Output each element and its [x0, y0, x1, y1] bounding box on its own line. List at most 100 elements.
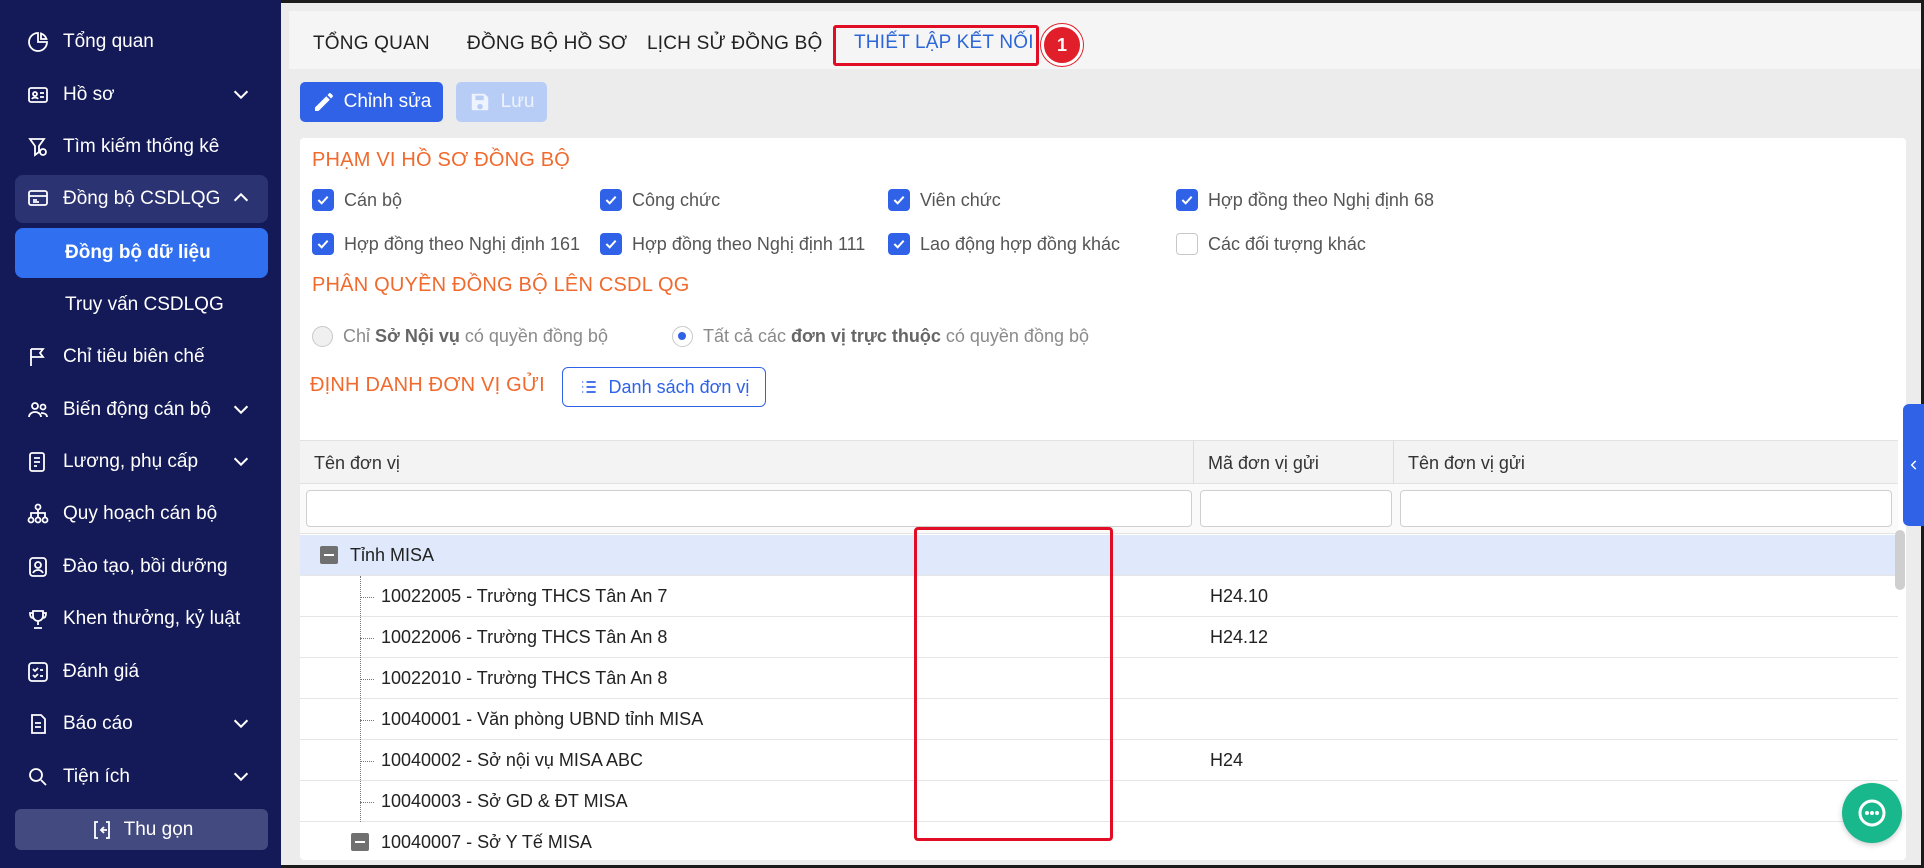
tab-sync-history[interactable]: LỊCH SỬ ĐỒNG BỘ — [647, 33, 822, 55]
collapse-label: Thu gọn — [123, 818, 194, 840]
unit-name-cell: 10040003 - Sở GD & ĐT MISA — [381, 791, 628, 811]
org-chart-icon — [25, 501, 51, 527]
sidebar-item-profile[interactable]: Hồ sơ — [15, 71, 268, 119]
people-icon — [25, 397, 51, 423]
sidebar-item-label: Tìm kiếm thống kê — [63, 136, 220, 157]
filter-input-sender-name[interactable] — [1400, 490, 1892, 527]
sidebar-item-rewards[interactable]: Khen thưởng, kỷ luật — [15, 595, 268, 643]
checkbox-checked-icon — [600, 189, 622, 211]
sidebar-item-label: Đánh giá — [63, 661, 140, 682]
scope-checkbox[interactable]: Hợp đồng theo Nghị định 161 — [312, 233, 580, 255]
checkbox-checked-icon — [600, 233, 622, 255]
sidebar-item-search-stats[interactable]: Tìm kiếm thống kê — [15, 123, 268, 171]
sidebar-item-sync-csdlqg[interactable]: Đồng bộ CSDLQG — [15, 175, 268, 223]
sidebar-item-overview[interactable]: Tổng quan — [15, 18, 268, 66]
pencil-icon — [314, 93, 333, 111]
sidebar-item-staff-quota[interactable]: Chỉ tiêu biên chế — [15, 333, 268, 381]
sidebar-item-label: Biến động cán bộ — [63, 399, 211, 420]
filter-input-unit-name[interactable] — [306, 490, 1192, 527]
step-badge: 1 — [1041, 24, 1083, 66]
checkbox-label: Công chức — [632, 189, 721, 210]
chat-icon — [1858, 799, 1886, 827]
sidebar-subitem-label: Truy vấn CSDLQG — [65, 294, 224, 315]
sidebar-subitem-data-sync[interactable]: Đồng bộ dữ liệu — [15, 228, 268, 278]
search-filter-icon — [25, 134, 51, 160]
sidebar-item-staff-changes[interactable]: Biến động cán bộ — [15, 386, 268, 434]
collapse-node-icon[interactable] — [320, 546, 338, 564]
tab-overview[interactable]: TỔNG QUAN — [313, 33, 430, 55]
checkbox-label: Viên chức — [920, 189, 1001, 210]
scope-checkbox[interactable]: Hợp đồng theo Nghị định 68 — [1176, 189, 1434, 211]
checkbox-label: Cán bộ — [344, 189, 403, 210]
sidebar: Tổng quan Hồ sơ Tìm kiếm thống kê Đồng b… — [0, 0, 281, 868]
unit-name-cell: Tỉnh MISA — [350, 545, 435, 565]
chevron-down-icon — [230, 765, 254, 789]
side-panel-toggle[interactable] — [1903, 404, 1924, 526]
column-header-sender-name[interactable]: Tên đơn vị gửi — [1408, 453, 1525, 474]
edit-button[interactable]: Chỉnh sửa — [300, 82, 443, 122]
sidebar-item-label: Lương, phụ cấp — [63, 451, 199, 472]
sidebar-item-label: Đồng bộ CSDLQG — [63, 188, 221, 209]
column-divider — [1393, 441, 1394, 485]
permission-radio-all-units[interactable]: Tất cả các đơn vị trực thuộc có quyền đồ… — [672, 326, 1089, 347]
unit-list-button[interactable]: Danh sách đơn vị — [562, 367, 766, 407]
checkbox-unchecked-icon — [1176, 233, 1198, 255]
chevron-down-icon — [230, 83, 254, 107]
scope-checkbox[interactable]: Cán bộ — [312, 189, 402, 211]
sidebar-item-label: Chỉ tiêu biên chế — [63, 346, 205, 367]
sidebar-item-evaluation[interactable]: Đánh giá — [15, 648, 268, 696]
pie-chart-icon — [25, 29, 51, 55]
tree-connector — [360, 679, 374, 680]
sender-section-title: ĐỊNH DANH ĐƠN VỊ GỬI — [310, 374, 545, 396]
chevron-down-icon — [230, 712, 254, 736]
report-icon — [25, 711, 51, 737]
collapse-node-icon[interactable] — [351, 833, 369, 851]
scope-checkbox[interactable]: Viên chức — [888, 189, 1001, 211]
scope-checkbox[interactable]: Các đối tượng khác — [1176, 233, 1366, 255]
tree-connector — [360, 720, 374, 721]
chevron-down-icon — [230, 398, 254, 422]
scope-checkbox[interactable]: Lao động hợp đồng khác — [888, 233, 1120, 255]
save-button[interactable]: Lưu — [456, 82, 547, 122]
sidebar-item-label: Quy hoạch cán bộ — [63, 503, 218, 524]
tree-connector — [360, 638, 374, 639]
tab-profile-sync[interactable]: ĐỒNG BỘ HỒ SƠ — [467, 33, 627, 55]
sidebar-item-label: Báo cáo — [63, 713, 133, 734]
sidebar-item-utilities[interactable]: Tiện ích — [15, 753, 268, 801]
radio-label-post: có quyền đồng bộ — [945, 326, 1089, 346]
chat-support-button[interactable] — [1842, 783, 1902, 843]
tree-connector — [360, 576, 361, 822]
sidebar-subitem-label: Đồng bộ dữ liệu — [65, 242, 211, 263]
scope-section-title: PHẠM VI HỒ SƠ ĐỒNG BỘ — [312, 149, 571, 171]
chevron-left-icon — [1910, 460, 1916, 470]
radio-label-post: có quyền đồng bộ — [464, 326, 608, 346]
tree-connector — [360, 597, 374, 598]
checkbox-checked-icon — [312, 189, 334, 211]
database-sync-icon — [25, 186, 51, 212]
sidebar-item-label: Khen thưởng, kỷ luật — [63, 608, 241, 629]
table-scrollbar[interactable] — [1895, 530, 1905, 590]
unit-name-cell: 10040002 - Sở nội vụ MISA ABC — [381, 750, 643, 770]
checkbox-label: Hợp đồng theo Nghị định 68 — [1208, 189, 1434, 210]
sidebar-item-training[interactable]: Đào tạo, bồi dưỡng — [15, 543, 268, 591]
tree-connector — [360, 761, 374, 762]
salary-icon — [25, 449, 51, 475]
column-header-sender-code[interactable]: Mã đơn vị gửi — [1208, 453, 1319, 474]
filter-input-sender-code[interactable] — [1200, 490, 1392, 527]
chevron-down-icon — [230, 450, 254, 474]
column-header-unit-name[interactable]: Tên đơn vị — [314, 453, 400, 474]
sidebar-item-staff-planning[interactable]: Quy hoạch cán bộ — [15, 490, 268, 538]
radio-selected-icon — [672, 326, 693, 347]
sidebar-item-salary[interactable]: Lương, phụ cấp — [15, 438, 268, 486]
training-icon — [25, 554, 51, 580]
permission-radio-home-affairs[interactable]: Chỉ Sở Nội vụ có quyền đồng bộ — [312, 326, 608, 347]
radio-unselected-icon — [312, 326, 333, 347]
sender-code-cell: H24.12 — [1210, 627, 1269, 647]
scope-checkbox[interactable]: Công chức — [600, 189, 720, 211]
sidebar-item-reports[interactable]: Báo cáo — [15, 700, 268, 748]
scope-checkbox[interactable]: Hợp đồng theo Nghị định 111 — [600, 233, 865, 255]
collapse-sidebar-button[interactable]: Thu gọn — [15, 809, 268, 850]
checkbox-checked-icon — [888, 189, 910, 211]
sidebar-subitem-query-csdlqg[interactable]: Truy vấn CSDLQG — [15, 280, 268, 330]
search-icon — [25, 764, 51, 790]
